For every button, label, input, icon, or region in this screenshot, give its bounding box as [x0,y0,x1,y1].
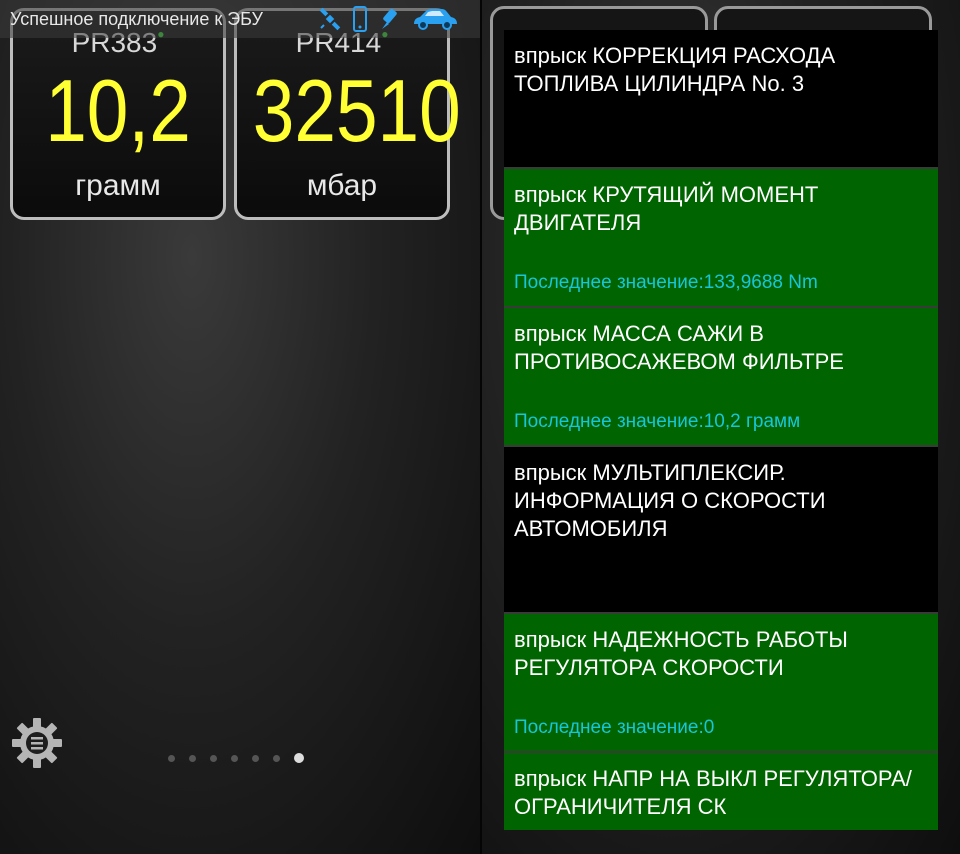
gauge-unit: мбар [306,169,378,202]
car-icon [410,6,460,37]
parameter-list[interactable]: впрыск КОРРЕКЦИЯ РАСХОДА ТОПЛИВА ЦИЛИНДР… [504,30,938,830]
phone-icon [352,6,368,37]
list-item[interactable]: впрыск НАПР НА ВЫКЛ РЕГУЛЯТОРА/ОГРАНИЧИТ… [504,753,938,830]
page-dot[interactable] [189,754,196,762]
list-item[interactable]: впрыск МУЛЬТИПЛЕКСИР. ИНФОРМАЦИЯ О СКОРО… [504,447,938,614]
connection-status-bar: Успешное подключение к ЭБУ [0,0,480,38]
last-value: Последнее значение:10,2 грамм [514,411,801,432]
page-dot[interactable] [168,754,175,762]
list-item[interactable]: впрыск МАССА САЖИ В ПРОТИВОСАЖЕВОМ ФИЛЬТ… [504,308,938,447]
page-dot[interactable] [273,754,280,762]
parameter-title: впрыск КОРРЕКЦИЯ РАСХОДА ТОПЛИВА ЦИЛИНДР… [514,43,836,96]
settings-menu-button[interactable] [10,716,64,775]
gauge-value: 32510 [252,61,461,160]
dashboard-pane: Успешное подключение к ЭБУ PR383● 10,2 г… [0,0,480,854]
gauge-pr383[interactable]: PR383● 10,2 грамм [10,8,226,220]
page-dot[interactable] [294,753,304,763]
parameter-title: впрыск КРУТЯЩИЙ МОМЕНТ ДВИГАТЕЛЯ [514,182,819,235]
page-dot[interactable] [252,754,259,762]
page-dot[interactable] [210,754,217,762]
bluetooth-adapter-icon [378,7,400,36]
last-value: Последнее значение:0 [514,717,715,738]
page-dot[interactable] [231,754,238,762]
status-icons [318,6,460,37]
list-item[interactable]: впрыск КРУТЯЩИЙ МОМЕНТ ДВИГАТЕЛЯ Последн… [504,169,938,308]
parameter-list-pane: впрыск КОРРЕКЦИЯ РАСХОДА ТОПЛИВА ЦИЛИНДР… [482,0,960,854]
gear-menu-icon [10,718,64,774]
gauge-pr414[interactable]: PR414● 32510 мбар [234,8,461,220]
gauge-value: 10,2 [45,61,191,160]
connection-status-text: Успешное подключение к ЭБУ [10,9,263,29]
gauge-unit: грамм [75,169,161,202]
parameter-title: впрыск МАССА САЖИ В ПРОТИВОСАЖЕВОМ ФИЛЬТ… [514,321,844,374]
list-item[interactable]: впрыск КОРРЕКЦИЯ РАСХОДА ТОПЛИВА ЦИЛИНДР… [504,30,938,169]
parameter-title: впрыск НАПР НА ВЫКЛ РЕГУЛЯТОРА/ОГРАНИЧИТ… [514,766,912,819]
list-item[interactable]: впрыск НАДЕЖНОСТЬ РАБОТЫ РЕГУЛЯТОРА СКОР… [504,614,938,753]
last-value: Последнее значение:133,9688 Nm [514,272,818,293]
page-indicator[interactable] [168,753,304,763]
parameter-title: впрыск НАДЕЖНОСТЬ РАБОТЫ РЕГУЛЯТОРА СКОР… [514,627,848,680]
parameter-title: впрыск МУЛЬТИПЛЕКСИР. ИНФОРМАЦИЯ О СКОРО… [514,460,826,541]
satellite-icon [318,7,342,36]
